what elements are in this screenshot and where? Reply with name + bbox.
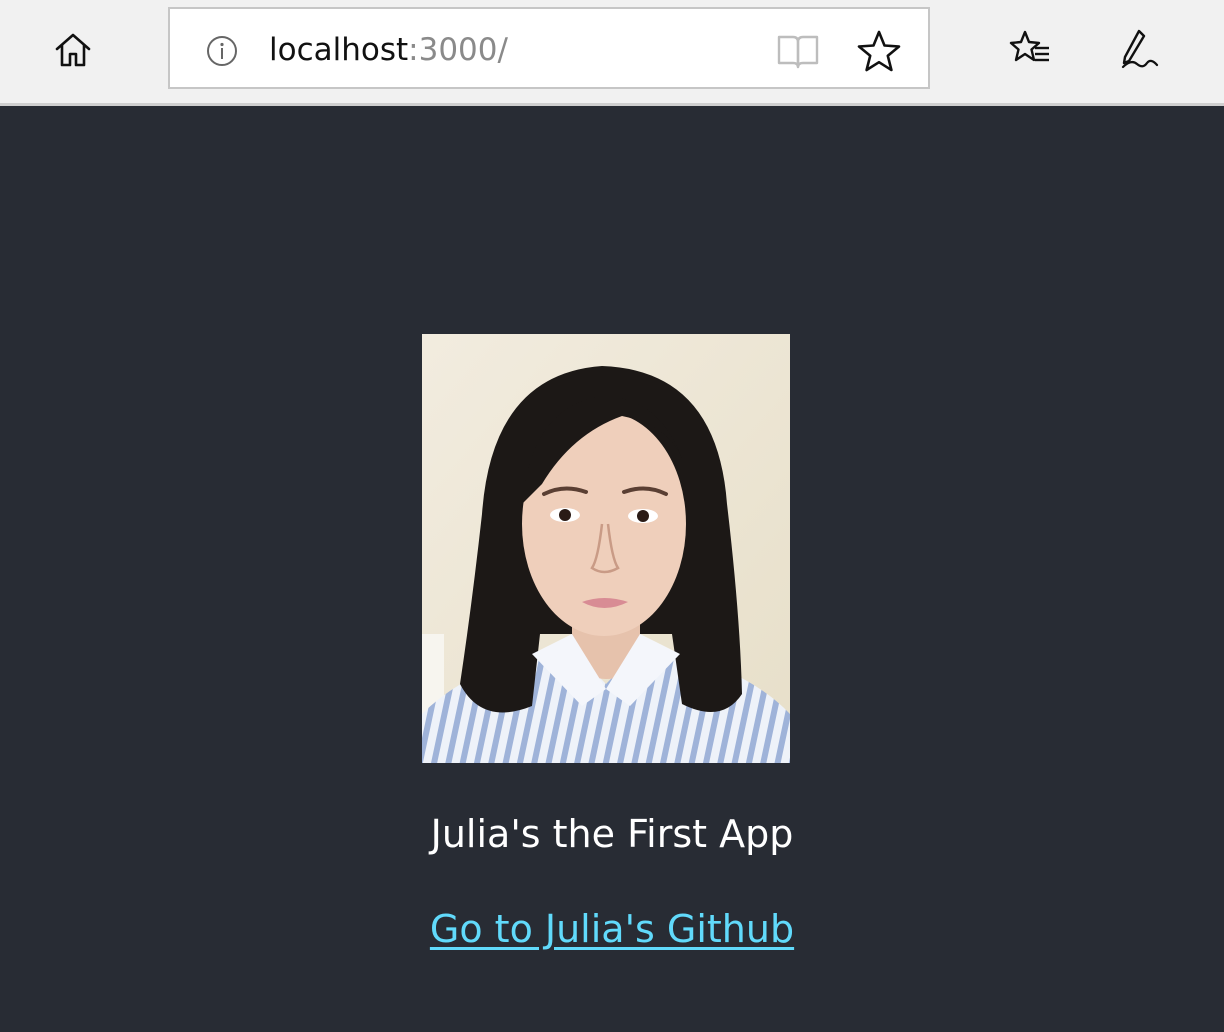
favorites-list-icon [1009,30,1049,62]
reading-view-icon [777,35,819,69]
url-port: :3000/ [408,32,508,68]
github-link-container: Go to Julia's Github [0,903,1224,955]
app-title: Julia's the First App [430,812,794,856]
url-host: localhost [269,32,409,68]
info-icon[interactable] [206,35,238,67]
pen-icon [1121,29,1159,69]
address-bar[interactable]: localhost:3000/ [168,7,930,89]
browser-toolbar: localhost:3000/ [0,0,1224,106]
star-icon[interactable] [856,28,902,74]
github-link[interactable]: Go to Julia's Github [430,907,794,951]
profile-photo-illustration [422,334,790,763]
home-icon [55,33,91,67]
favorites-list-button[interactable] [1006,26,1054,74]
web-notes-button[interactable] [1116,26,1164,74]
profile-photo [422,334,790,763]
home-button[interactable] [49,26,97,74]
url-text[interactable]: localhost:3000/ [269,29,508,71]
